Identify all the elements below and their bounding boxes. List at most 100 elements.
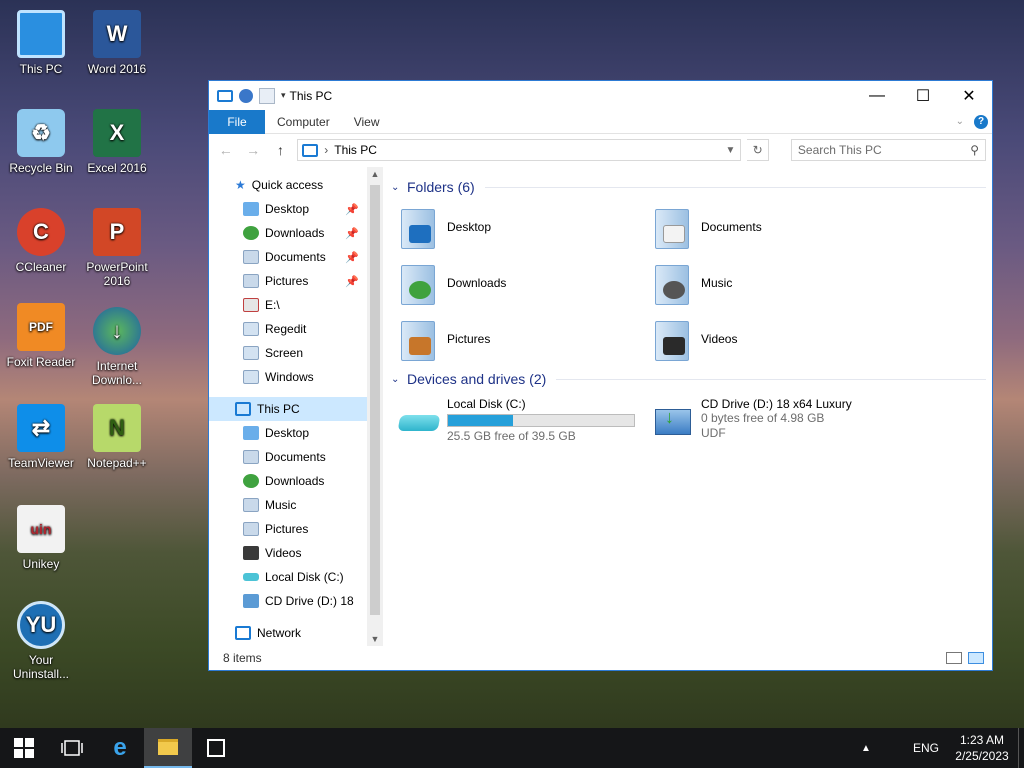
nav-pc-local-disk[interactable]: Local Disk (C:)	[209, 565, 367, 589]
documents-folder-icon	[243, 450, 259, 464]
navigation-bar: ← → ↑ › This PC ▼ ↻ Search This PC ⚲	[209, 134, 992, 166]
this-pc-small-icon	[217, 89, 233, 102]
drive-usage-bar	[447, 414, 635, 427]
documents-folder-icon	[243, 250, 259, 264]
pictures-folder-icon	[243, 274, 259, 288]
hard-drive-icon	[397, 401, 441, 441]
cd-drive-icon: ↓	[651, 401, 695, 441]
show-hidden-icons-icon[interactable]: ▲	[846, 743, 886, 754]
desktop-icon-this-pc[interactable]: This PC	[0, 10, 82, 76]
unikey-keys-icon: uin	[17, 505, 65, 553]
nav-qa-regedit[interactable]: Regedit	[209, 317, 367, 341]
taskbar: e ▲ ENG 1:23 AM 2/25/2023	[0, 728, 1024, 768]
collapse-chevron-icon: ⌄	[391, 373, 400, 385]
store-bag-icon	[207, 739, 225, 757]
pictures-folder-icon	[243, 522, 259, 536]
refresh-button[interactable]: ↻	[747, 139, 769, 161]
new-folder-icon[interactable]	[259, 87, 275, 104]
tab-view[interactable]: View	[342, 110, 392, 134]
help-icon[interactable]: ?	[974, 114, 988, 129]
nav-scrollbar[interactable]: ▲ ▼	[367, 167, 383, 646]
nav-network[interactable]: Network	[209, 621, 367, 645]
nav-qa-screen[interactable]: Screen	[209, 341, 367, 365]
show-desktop-button[interactable]	[1018, 728, 1024, 768]
desktop-icon-recycle-bin[interactable]: ♻ Recycle Bin	[0, 109, 82, 175]
nav-pc-cd-drive[interactable]: CD Drive (D:) 18	[209, 589, 367, 613]
navigation-pane: ★ Quick access Desktop 📌 Downloads 📌 Doc…	[209, 167, 367, 646]
address-bar[interactable]: › This PC ▼	[297, 139, 742, 161]
desktop-icon-unikey[interactable]: uin Unikey	[0, 505, 82, 571]
scroll-thumb[interactable]	[370, 185, 380, 615]
windows-logo-icon	[14, 738, 34, 758]
nav-pc-videos[interactable]: Videos	[209, 541, 367, 565]
group-divider	[484, 186, 986, 188]
nav-pc-music[interactable]: Music	[209, 493, 367, 517]
nav-this-pc[interactable]: This PC	[209, 397, 367, 421]
nav-qa-windows[interactable]: Windows	[209, 365, 367, 389]
folders-group-header[interactable]: ⌄ Folders (6)	[391, 175, 986, 199]
close-button[interactable]: ✕	[946, 81, 992, 110]
folder-tile-pictures[interactable]: Pictures	[397, 311, 651, 367]
details-view-icon[interactable]	[946, 652, 962, 664]
up-button[interactable]: ↑	[270, 139, 291, 161]
desktop-icon-excel[interactable]: X Excel 2016	[76, 109, 158, 175]
language-indicator[interactable]: ENG	[906, 741, 946, 755]
folder-tile-documents[interactable]: Documents	[651, 199, 905, 255]
teamviewer-icon: ⇄	[17, 404, 65, 452]
desktop-icon-teamviewer[interactable]: ⇄ TeamViewer	[0, 404, 82, 470]
file-explorer-taskbar-button[interactable]	[144, 728, 192, 768]
folder-tile-music[interactable]: Music	[651, 255, 905, 311]
expand-ribbon-chevron-icon[interactable]: ⌄	[956, 116, 964, 127]
task-view-button[interactable]	[48, 728, 96, 768]
nav-pc-documents[interactable]: Documents	[209, 445, 367, 469]
task-view-icon	[61, 740, 83, 756]
nav-quick-access[interactable]: ★ Quick access	[209, 173, 367, 197]
search-input[interactable]: Search This PC ⚲	[790, 139, 986, 161]
explorer-window: ▾ This PC — ☐ ✕ File Computer View ⌄ ? ←…	[208, 80, 993, 671]
folder-tile-desktop[interactable]: Desktop	[397, 199, 651, 255]
folder-tile-downloads[interactable]: Downloads	[397, 255, 651, 311]
nav-qa-desktop[interactable]: Desktop 📌	[209, 197, 367, 221]
internet-explorer-taskbar-button[interactable]: e	[96, 728, 144, 768]
store-taskbar-button[interactable]	[192, 728, 240, 768]
powerpoint-icon: P	[93, 208, 141, 256]
desktop-icon-foxit[interactable]: PDF Foxit Reader	[0, 303, 82, 369]
customize-toolbar-chevron-icon[interactable]: ▾	[281, 90, 286, 101]
desktop-icon-notepadpp[interactable]: N Notepad++	[76, 404, 158, 470]
drive-tile-cd-drive[interactable]: ↓ CD Drive (D:) 18 x64 Luxury 0 bytes fr…	[651, 397, 905, 444]
drive-free-space: 0 bytes free of 4.98 GB	[701, 411, 825, 425]
large-icons-view-icon[interactable]	[968, 652, 984, 664]
desktop-icon-word[interactable]: W Word 2016	[76, 10, 158, 76]
clock[interactable]: 1:23 AM 2/25/2023	[946, 732, 1018, 764]
tab-computer[interactable]: Computer	[265, 110, 342, 134]
nav-qa-pictures[interactable]: Pictures 📌	[209, 269, 367, 293]
desktop-icon-powerpoint[interactable]: P PowerPoint 2016	[76, 208, 158, 288]
nav-pc-desktop[interactable]: Desktop	[209, 421, 367, 445]
properties-icon[interactable]	[239, 88, 253, 103]
downloads-folder-icon	[397, 259, 441, 307]
nav-pc-pictures[interactable]: Pictures	[209, 517, 367, 541]
drive-tile-local-disk[interactable]: Local Disk (C:) 25.5 GB free of 39.5 GB	[397, 397, 651, 444]
back-button[interactable]: ←	[215, 139, 236, 161]
folder-tile-videos[interactable]: Videos	[651, 311, 905, 367]
star-icon: ★	[235, 178, 246, 192]
nav-pc-downloads[interactable]: Downloads	[209, 469, 367, 493]
desktop-icon-idm[interactable]: ↓ Internet Downlo...	[76, 307, 158, 387]
system-tray: ▲ ENG 1:23 AM 2/25/2023	[846, 728, 1024, 768]
forward-button[interactable]: →	[242, 139, 263, 161]
start-button[interactable]	[0, 728, 48, 768]
desktop-icon-your-uninstaller[interactable]: YU Your Uninstall...	[0, 601, 82, 681]
nav-qa-documents[interactable]: Documents 📌	[209, 245, 367, 269]
tab-file[interactable]: File	[209, 109, 265, 134]
file-explorer-icon	[158, 739, 178, 755]
nav-qa-e-drive[interactable]: E:\	[209, 293, 367, 317]
drive-warning-icon	[243, 298, 259, 312]
desktop-icon-ccleaner[interactable]: C CCleaner	[0, 208, 82, 274]
maximize-button[interactable]: ☐	[900, 81, 946, 110]
drives-group-header[interactable]: ⌄ Devices and drives (2)	[391, 367, 986, 391]
minimize-button[interactable]: —	[854, 81, 900, 110]
scroll-down-arrow-icon[interactable]: ▼	[367, 634, 383, 644]
scroll-up-arrow-icon[interactable]: ▲	[367, 169, 383, 179]
nav-qa-downloads[interactable]: Downloads 📌	[209, 221, 367, 245]
address-history-chevron-icon[interactable]: ▼	[720, 145, 740, 156]
